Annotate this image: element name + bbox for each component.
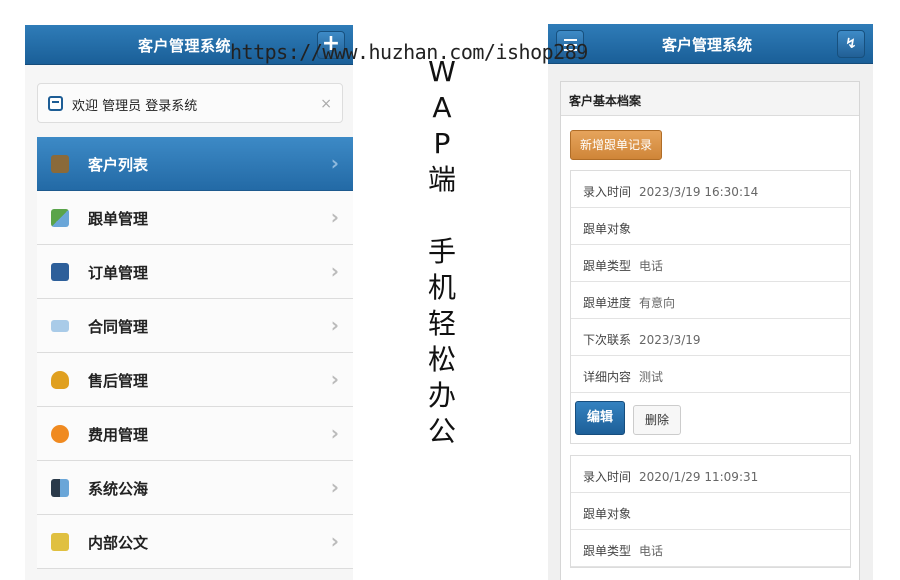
slogan-char: 轻 [427, 307, 456, 340]
menu-item-after-sales[interactable]: 售后管理 › [37, 353, 353, 407]
menu-item-label: 系统公海 [88, 480, 149, 498]
slogan-char: 端 [427, 163, 456, 196]
record-row: 下次联系 2023/3/19 [571, 319, 850, 356]
record-row: 跟单类型 电话 [571, 530, 850, 567]
record-key: 跟单类型 [583, 259, 632, 273]
record-row: 跟单进度 有意向 [571, 282, 850, 319]
menu-item-customer-list[interactable]: 客户列表 › [37, 137, 353, 191]
menu-item-label: 跟单管理 [88, 210, 149, 228]
chevron-right-icon: › [330, 259, 339, 283]
menu-item-label: 客户列表 [88, 156, 149, 174]
main-menu: 客户列表 › 跟单管理 › 订单管理 › 合同管理 › 售后管理 › 费用管理 … [37, 137, 353, 569]
slogan-char: A [432, 91, 452, 124]
chevron-right-icon: › [330, 151, 339, 175]
menu-item-contracts[interactable]: 合同管理 › [37, 299, 353, 353]
record-key: 跟单类型 [583, 544, 632, 558]
piggy-bank-icon [51, 425, 69, 443]
record-value: 测试 [639, 370, 664, 384]
record-actions: 编辑 删除 [571, 393, 850, 443]
menu-item-orders[interactable]: 订单管理 › [37, 245, 353, 299]
slogan-char: 公 [427, 415, 456, 448]
record-row: 跟单对象 [571, 208, 850, 245]
record-value: 2020/1/29 11:09:31 [639, 470, 759, 484]
record-key: 下次联系 [583, 333, 632, 347]
slogan-gap [412, 198, 472, 234]
slogan-char: P [433, 127, 451, 160]
panel-title: 客户基本档案 [561, 82, 859, 116]
right-header-bar: 客户管理系统 ↯ [548, 24, 873, 64]
menu-item-public-pool[interactable]: 系统公海 › [37, 461, 353, 515]
chevron-right-icon: › [330, 475, 339, 499]
add-follow-up-button[interactable]: 新增跟单记录 [570, 130, 663, 160]
menu-item-internal-docs[interactable]: 内部公文 › [37, 515, 353, 569]
slogan-char: 松 [427, 343, 456, 376]
message-icon [48, 96, 63, 111]
chevron-right-icon: › [330, 205, 339, 229]
left-app-title: 客户管理系统 [138, 37, 232, 55]
close-icon[interactable]: × [320, 96, 332, 112]
follow-up-record: 录入时间 2023/3/19 16:30:14 跟单对象 跟单类型 电话 跟单进度有… [570, 170, 851, 444]
record-row: 录入时间 2020/1/29 11:09:31 [571, 456, 850, 493]
delete-button[interactable]: 删除 [633, 405, 681, 435]
record-key: 录入时间 [583, 185, 632, 199]
chevron-right-icon: › [330, 367, 339, 391]
record-key: 详细内容 [583, 370, 632, 384]
record-value: 2023/3/19 16:30:14 [639, 185, 759, 199]
exchange-arrows-icon [51, 209, 69, 227]
record-key: 跟单对象 [583, 222, 632, 236]
record-value: 有意向 [639, 296, 676, 310]
record-key: 跟单对象 [583, 507, 632, 521]
menu-item-follow-up[interactable]: 跟单管理 › [37, 191, 353, 245]
vertical-slogan: W A P 端 手 机 轻 松 办 公 [412, 54, 472, 450]
menu-item-label: 费用管理 [88, 426, 149, 444]
url-watermark: https://www.huzhan.com/ishop289 [230, 40, 588, 64]
welcome-text: 欢迎 管理员 登录系统 [72, 99, 198, 114]
right-phone-screen: 客户管理系统 ↯ 客户基本档案 新增跟单记录 录入时间 2023/3/19 16:… [548, 24, 873, 580]
menu-item-label: 内部公文 [88, 534, 149, 552]
slogan-char: 机 [427, 271, 456, 304]
refresh-icon[interactable]: ↯ [837, 30, 865, 58]
edit-button[interactable]: 编辑 [575, 401, 625, 435]
right-app-title: 客户管理系统 [662, 36, 753, 54]
chevron-right-icon: › [330, 313, 339, 337]
slogan-char: 手 [427, 235, 456, 268]
record-row: 详细内容 测试 [571, 356, 850, 393]
record-row: 录入时间 2023/3/19 16:30:14 [571, 171, 850, 208]
record-row: 跟单类型 电话 [571, 245, 850, 282]
document-icon [51, 533, 69, 551]
record-value: 电话 [639, 544, 664, 558]
record-value: 2023/3/19 [639, 333, 701, 347]
menu-item-label: 售后管理 [88, 372, 149, 390]
user-icon [51, 155, 69, 173]
chevron-right-icon: › [330, 529, 339, 553]
menu-item-label: 合同管理 [88, 318, 149, 336]
record-key: 跟单进度 [583, 296, 632, 310]
record-row: 跟单对象 [571, 493, 850, 530]
chevron-right-icon: › [330, 421, 339, 445]
contract-icon [51, 320, 69, 332]
follow-up-record: 录入时间 2020/1/29 11:09:31 跟单对象 跟单类型 电话 [570, 455, 851, 568]
left-phone-screen: 客户管理系统 + 欢迎 管理员 登录系统 × 客户列表 › 跟单管理 › 订单管… [25, 25, 353, 580]
award-ribbon-icon [51, 371, 69, 389]
slogan-char: 办 [427, 379, 456, 412]
customer-profile-panel: 客户基本档案 新增跟单记录 录入时间 2023/3/19 16:30:14 跟单对… [560, 81, 860, 580]
record-value: 电话 [639, 259, 664, 273]
order-box-icon [51, 263, 69, 281]
menu-item-expenses[interactable]: 费用管理 › [37, 407, 353, 461]
record-key: 录入时间 [583, 470, 632, 484]
welcome-banner: 欢迎 管理员 登录系统 × [37, 83, 343, 123]
menu-item-label: 订单管理 [88, 264, 149, 282]
grid-blocks-icon [51, 479, 69, 497]
